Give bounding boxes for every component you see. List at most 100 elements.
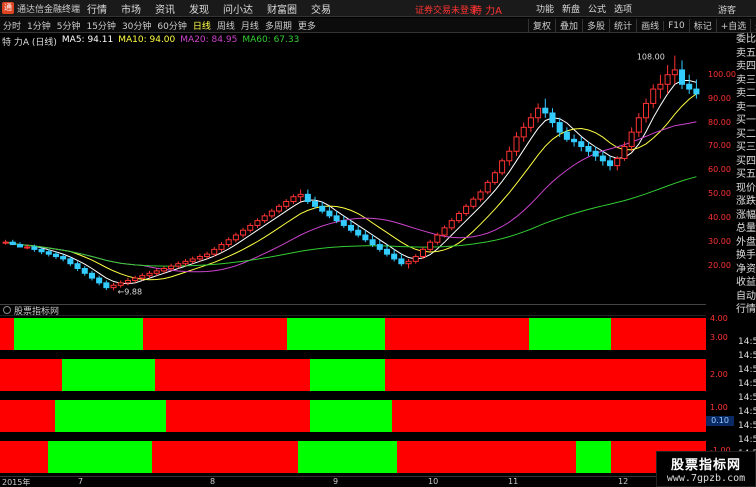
order-book-label: 现价 [736,182,756,194]
menu-wealth[interactable]: 财富圈 [260,1,304,16]
period-more[interactable]: 更多 [295,19,319,32]
tick-time: 14:50 [738,435,756,445]
candle-body [448,220,455,229]
tool-back[interactable]: 返回 [750,19,756,32]
candle-body [376,244,383,250]
candle-body [513,136,520,152]
order-book-label: 收益 [736,277,756,288]
ma-line-ma20 [5,121,697,273]
tool-multi[interactable]: 多股 [582,19,609,32]
watermark-url: www.7gpzb.com [666,473,746,484]
menu-trade[interactable]: 交易 [304,1,338,16]
tool-mark[interactable]: 标记 [688,19,716,32]
stock-title: 特 力A [472,6,503,17]
candle-body [276,205,283,212]
order-book-label: 买五 [736,169,756,180]
indicator-segment [143,318,287,350]
period-15min[interactable]: 15分钟 [83,19,118,32]
candle-body [592,150,599,157]
price-tick: 50.00 [708,189,731,199]
order-book-label: 卖二 [736,88,756,99]
candle-body [621,145,628,159]
tool-overlay[interactable]: 叠加 [555,19,582,32]
period-day[interactable]: 日线 [190,19,214,32]
indicator-segment [310,400,392,432]
candle-body [599,155,606,162]
candle-body [412,256,419,262]
tool-add-watch[interactable]: +自选 [715,19,751,32]
indicator-header: 股票指标网 [0,304,706,317]
candle-body [578,141,585,147]
order-book-label: 委比 [736,34,756,45]
order-book-label: 卖一 [736,101,756,113]
order-book-label: 行情 [736,304,756,315]
x-axis-label: 12 [618,477,629,486]
menu-news[interactable]: 资讯 [148,1,182,16]
candle-body [556,122,563,133]
menu-formula[interactable]: 公式 [584,2,610,15]
candle-body [312,201,319,207]
order-book-label: 买二 [736,128,756,140]
menu-options[interactable]: 选项 [610,2,636,15]
candle-body [110,284,117,289]
candle-body [225,239,232,246]
price-tick: 60.00 [708,165,731,175]
candle-body [628,131,635,147]
period-30min[interactable]: 30分钟 [119,19,154,32]
period-month[interactable]: 月线 [238,19,262,32]
period-multi[interactable]: 多周期 [262,19,295,32]
menu-newpan[interactable]: 新盘 [558,2,584,15]
candle-body [484,181,491,193]
guest-label[interactable]: 游客 [718,3,736,16]
period-tick[interactable]: 分时 [0,19,24,32]
order-book-label: 换手 [736,250,756,261]
candle-body [650,88,657,104]
tick-time: 14:50 [738,393,756,403]
indicator-bars[interactable] [0,318,706,476]
tick-time: 14:50 [738,407,756,417]
chart-tools: 复权 叠加 多股 统计 画线 F10 标记 +自选 返回 [528,18,756,33]
menu-quotes[interactable]: 行情 [80,1,114,16]
tool-f10[interactable]: F10 [663,20,689,31]
tick-time: 14:50 [738,379,756,389]
order-book-label: 总量 [736,223,756,234]
candle-body [139,275,146,279]
menu-ask[interactable]: 问小达 [216,1,260,16]
tool-adjust[interactable]: 复权 [528,19,555,32]
logo-icon: 通 [2,2,14,14]
indicator-segment [155,359,310,391]
period-week[interactable]: 周线 [214,19,238,32]
period-1min[interactable]: 1分钟 [24,19,54,32]
candle-body [211,248,218,255]
candle-body [362,234,369,241]
menu-discover[interactable]: 发现 [182,1,216,16]
candle-body [297,193,304,198]
price-tick: 20.00 [708,261,731,271]
candle-body [124,279,131,284]
candle-body [455,212,462,222]
tick-time: 14:50 [738,351,756,361]
candle-body [182,260,189,265]
candle-body [506,150,513,162]
candle-body [686,83,693,90]
login-warning[interactable]: 证券交易未登录 [415,3,478,16]
indicator-segment [576,441,611,473]
tool-draw[interactable]: 画线 [636,19,663,32]
menu-function[interactable]: 功能 [532,2,558,15]
kline-chart[interactable]: 108.00 ←9.88 [0,46,706,302]
candle-body [563,131,570,140]
indicator-segment [298,441,397,473]
indicator-tick: 3.00 [710,333,728,342]
x-axis-label: 8 [210,477,216,486]
candle-body [405,260,412,265]
period-60min[interactable]: 60分钟 [154,19,189,32]
indicator-tick: 2.00 [710,370,728,379]
candle-body [189,258,196,262]
order-book-label: 卖三 [736,74,756,86]
period-5min[interactable]: 5分钟 [54,19,84,32]
order-book-label: 净资 [736,263,756,275]
tool-stats[interactable]: 统计 [609,19,636,32]
ma-line-ma10 [5,93,697,281]
indicator-toggle-icon[interactable] [3,306,11,314]
menu-market[interactable]: 市场 [114,1,148,16]
